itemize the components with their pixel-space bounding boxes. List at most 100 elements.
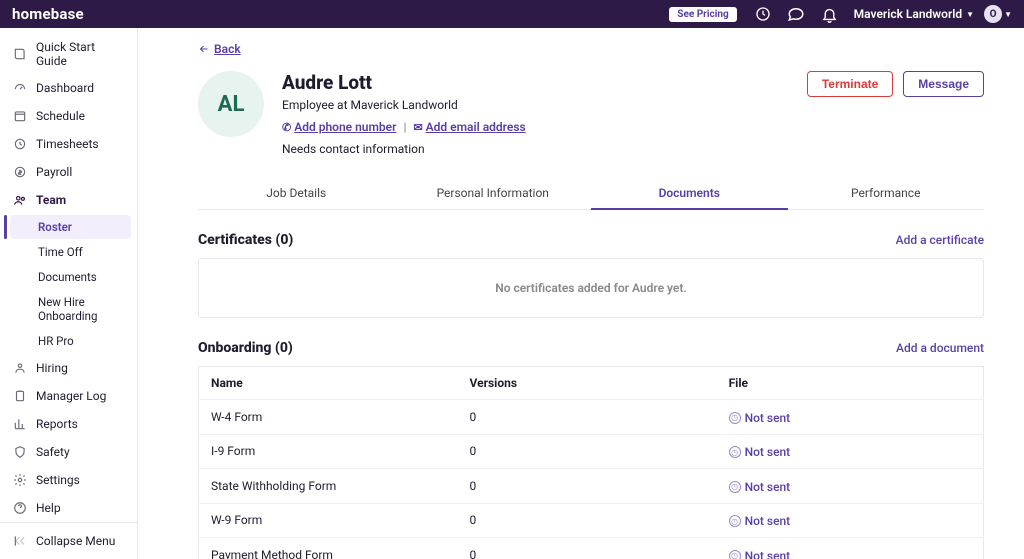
terminate-button[interactable]: Terminate [807, 71, 893, 97]
chevron-down-icon: ▼ [1004, 10, 1012, 19]
doc-file-status[interactable]: ◷Not sent [729, 480, 791, 494]
table-row: W-9 Form0 ◷Not sent [199, 503, 984, 538]
doc-name: Payment Method Form [199, 538, 458, 559]
doc-file-status[interactable]: ◷Not sent [729, 445, 791, 459]
clock-small-icon: ◷ [729, 481, 741, 493]
company-switcher[interactable]: Maverick Landworld▼ [854, 7, 974, 21]
col-versions: Versions [458, 367, 717, 400]
sidebar-item-safety[interactable]: Safety [0, 438, 137, 466]
onboarding-title: Onboarding (0) [198, 340, 293, 356]
sidebar-item-team[interactable]: Team [0, 186, 137, 214]
see-pricing-button[interactable]: See Pricing [669, 7, 736, 22]
sidebar-item-help[interactable]: Help [0, 494, 137, 522]
profile-tabs: Job Details Personal Information Documen… [198, 178, 984, 210]
sidebar-item-label: Safety [36, 445, 70, 459]
doc-name: State Withholding Form [199, 469, 458, 504]
doc-name: W-9 Form [199, 503, 458, 538]
sidebar-item-label: Dashboard [36, 81, 94, 95]
sidebar-item-reports[interactable]: Reports [0, 410, 137, 438]
sidebar-item-managerlog[interactable]: Manager Log [0, 382, 137, 410]
doc-name: W-4 Form [199, 400, 458, 435]
sidebar-item-label: Team [36, 193, 66, 207]
tab-personal-info[interactable]: Personal Information [395, 178, 592, 209]
certificates-empty: No certificates added for Audre yet. [198, 258, 984, 318]
doc-name: I-9 Form [199, 434, 458, 469]
chart-icon [12, 416, 28, 432]
table-row: Payment Method Form0 ◷Not sent [199, 538, 984, 559]
doc-versions: 0 [458, 400, 717, 435]
mail-icon: ✉ [413, 121, 422, 134]
help-icon [12, 500, 28, 516]
message-button[interactable]: Message [903, 71, 984, 97]
shield-icon [12, 444, 28, 460]
sidebar-subitem-documents[interactable]: Documents [10, 265, 131, 289]
sidebar-item-label: Payroll [36, 165, 72, 179]
tab-performance[interactable]: Performance [788, 178, 985, 209]
collapse-menu-button[interactable]: Collapse Menu [0, 522, 137, 559]
table-row: W-4 Form0 ◷Not sent [199, 400, 984, 435]
doc-versions: 0 [458, 538, 717, 559]
doc-file-status[interactable]: ◷Not sent [729, 549, 791, 559]
sidebar-subitem-onboarding[interactable]: New Hire Onboarding [10, 290, 131, 328]
sidebar-item-label: Schedule [36, 109, 85, 123]
profile-role: Employee at Maverick Landworld [282, 98, 526, 112]
clock-small-icon: ◷ [729, 550, 741, 559]
sidebar-item-label: Hiring [36, 361, 68, 375]
sidebar-item-timesheets[interactable]: Timesheets [0, 130, 137, 158]
history-icon[interactable] [755, 6, 771, 22]
gear-icon [12, 472, 28, 488]
sidebar-item-label: Settings [36, 473, 80, 487]
clock-small-icon: ◷ [729, 446, 741, 458]
sidebar-item-dashboard[interactable]: Dashboard [0, 74, 137, 102]
tab-documents[interactable]: Documents [591, 178, 788, 210]
team-icon [12, 192, 28, 208]
sidebar-item-label: Manager Log [36, 389, 106, 403]
table-row: I-9 Form0 ◷Not sent [199, 434, 984, 469]
sidebar-item-label: Help [36, 501, 61, 515]
col-file: File [717, 367, 984, 400]
sidebar-subitem-hrpro[interactable]: HR Pro [10, 329, 131, 353]
user-avatar[interactable]: O [984, 5, 1002, 23]
topbar: homebase See Pricing Maverick Landworld▼… [0, 0, 1024, 28]
sidebar-item-payroll[interactable]: Payroll [0, 158, 137, 186]
add-phone-link[interactable]: Add phone number [294, 120, 396, 134]
sidebar-item-label: Timesheets [36, 137, 99, 151]
sidebar-item-hiring[interactable]: Hiring [0, 354, 137, 382]
collapse-icon [12, 533, 28, 549]
table-row: State Withholding Form0◷Not sent [199, 469, 984, 504]
sidebar-item-schedule[interactable]: Schedule [0, 102, 137, 130]
sidebar-item-quickstart[interactable]: Quick Start Guide [0, 34, 137, 74]
clipboard-icon [12, 388, 28, 404]
add-email-link[interactable]: Add email address [426, 120, 526, 134]
sidebar-item-label: Reports [36, 417, 78, 431]
profile-avatar: AL [198, 71, 264, 137]
sidebar-item-label: Quick Start Guide [36, 40, 125, 68]
sidebar-subitem-timeoff[interactable]: Time Off [10, 240, 131, 264]
profile-name: Audre Lott [282, 71, 526, 94]
tab-job-details[interactable]: Job Details [198, 178, 395, 209]
phone-icon: ✆ [282, 121, 291, 134]
main-content: Back AL Audre Lott Employee at Maverick … [138, 28, 1024, 559]
clock-small-icon: ◷ [729, 412, 741, 424]
dollar-icon [12, 164, 28, 180]
gauge-icon [12, 80, 28, 96]
col-name: Name [199, 367, 458, 400]
add-certificate-link[interactable]: Add a certificate [896, 233, 984, 247]
person-icon [12, 360, 28, 376]
doc-versions: 0 [458, 434, 717, 469]
bell-icon[interactable] [821, 6, 838, 23]
calendar-icon [12, 108, 28, 124]
arrow-left-icon [198, 43, 210, 55]
collapse-label: Collapse Menu [36, 534, 115, 548]
doc-file-status[interactable]: ◷Not sent [729, 411, 791, 425]
doc-file-status[interactable]: ◷Not sent [729, 514, 791, 528]
clock-small-icon: ◷ [729, 515, 741, 527]
add-document-link[interactable]: Add a document [896, 341, 984, 355]
chat-icon[interactable] [787, 5, 805, 23]
contact-warning: Needs contact information [282, 142, 526, 156]
sidebar-item-settings[interactable]: Settings [0, 466, 137, 494]
back-link[interactable]: Back [198, 42, 241, 56]
doc-versions: 0 [458, 503, 717, 538]
book-icon [12, 46, 28, 62]
sidebar-subitem-roster[interactable]: Roster [10, 215, 131, 239]
